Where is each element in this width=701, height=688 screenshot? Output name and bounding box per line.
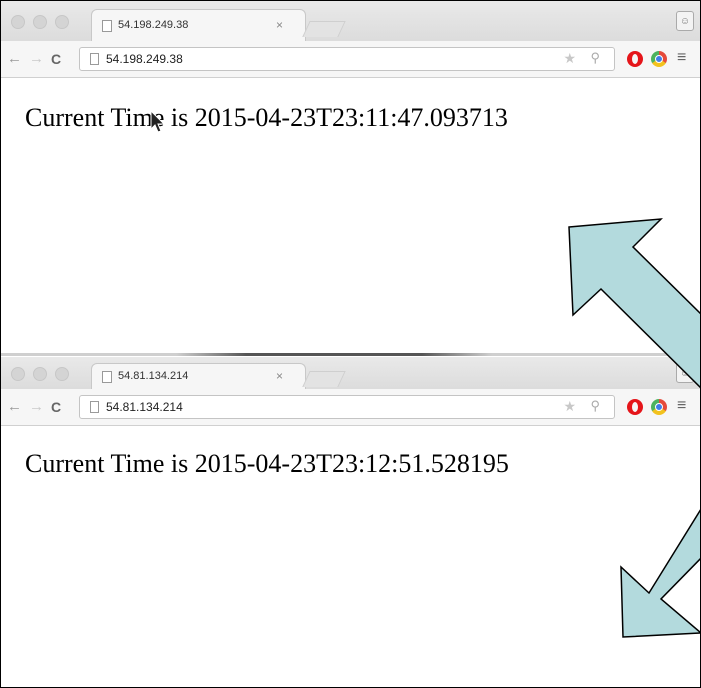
opera-extension-icon[interactable] — [627, 399, 643, 415]
page-icon — [102, 371, 112, 383]
close-window-button[interactable] — [11, 15, 25, 29]
browser-toolbar: ← → C 54.81.134.214 ★ ⚲ ≡ — [1, 389, 700, 426]
arrow-right-icon[interactable]: → — [29, 398, 44, 415]
arrow-left-icon[interactable]: ← — [7, 398, 22, 415]
magnifier-icon[interactable]: ⚲ — [590, 50, 600, 66]
close-tab-icon[interactable]: × — [276, 18, 283, 32]
window-divider-line — [1, 353, 700, 356]
address-url[interactable]: 54.198.249.38 — [106, 52, 183, 66]
close-tab-icon[interactable]: × — [276, 369, 283, 383]
new-tab-button[interactable] — [302, 21, 346, 37]
profile-icon[interactable]: ☺ — [676, 363, 694, 383]
profile-icon[interactable]: ☺ — [676, 11, 694, 31]
magnifier-icon[interactable]: ⚲ — [590, 398, 600, 414]
browser-window-top: 54.198.249.38 × ☺ ← → C 54.198.249.38 ★ … — [1, 1, 700, 345]
browser-tab[interactable]: 54.198.249.38 × — [91, 9, 306, 41]
star-icon[interactable]: ★ — [563, 398, 576, 415]
browser-tab[interactable]: 54.81.134.214 × — [91, 363, 306, 389]
zoom-window-button[interactable] — [55, 367, 69, 381]
address-url[interactable]: 54.81.134.214 — [106, 400, 183, 414]
tab-title: 54.198.249.38 — [118, 19, 189, 31]
chrome-extension-icon[interactable] — [651, 399, 667, 415]
page-icon — [90, 53, 99, 65]
minimize-window-button[interactable] — [33, 15, 47, 29]
minimize-window-button[interactable] — [33, 367, 47, 381]
hamburger-icon[interactable]: ≡ — [677, 49, 686, 67]
close-window-button[interactable] — [11, 367, 25, 381]
current-time-text: Current Time is 2015-04-23T23:12:51.5281… — [25, 449, 509, 478]
window-controls — [11, 367, 69, 381]
current-time-text: Current Time is 2015-04-23T23:11:47.0937… — [25, 103, 508, 132]
address-bar[interactable]: 54.198.249.38 ★ ⚲ — [79, 47, 615, 71]
window-controls — [11, 15, 69, 29]
new-tab-button[interactable] — [302, 371, 346, 387]
opera-extension-icon[interactable] — [627, 51, 643, 67]
chrome-extension-icon[interactable] — [651, 51, 667, 67]
address-bar[interactable]: 54.81.134.214 ★ ⚲ — [79, 395, 615, 419]
browser-toolbar: ← → C 54.198.249.38 ★ ⚲ ≡ — [1, 41, 700, 78]
tab-bar: 54.81.134.214 × ☺ — [1, 357, 700, 389]
star-icon[interactable]: ★ — [563, 50, 576, 67]
hamburger-icon[interactable]: ≡ — [677, 397, 686, 415]
reload-icon[interactable]: C — [51, 399, 61, 415]
page-icon — [102, 20, 112, 32]
tab-title: 54.81.134.214 — [118, 370, 189, 382]
reload-icon[interactable]: C — [51, 51, 61, 67]
zoom-window-button[interactable] — [55, 15, 69, 29]
page-icon — [90, 401, 99, 413]
tab-bar: 54.198.249.38 × ☺ — [1, 1, 700, 41]
arrow-left-icon[interactable]: ← — [7, 50, 22, 67]
browser-window-bottom: 54.81.134.214 × ☺ ← → C 54.81.134.214 ★ … — [1, 357, 700, 687]
arrow-right-icon[interactable]: → — [29, 50, 44, 67]
screenshot-frame: 54.198.249.38 × ☺ ← → C 54.198.249.38 ★ … — [0, 0, 701, 688]
